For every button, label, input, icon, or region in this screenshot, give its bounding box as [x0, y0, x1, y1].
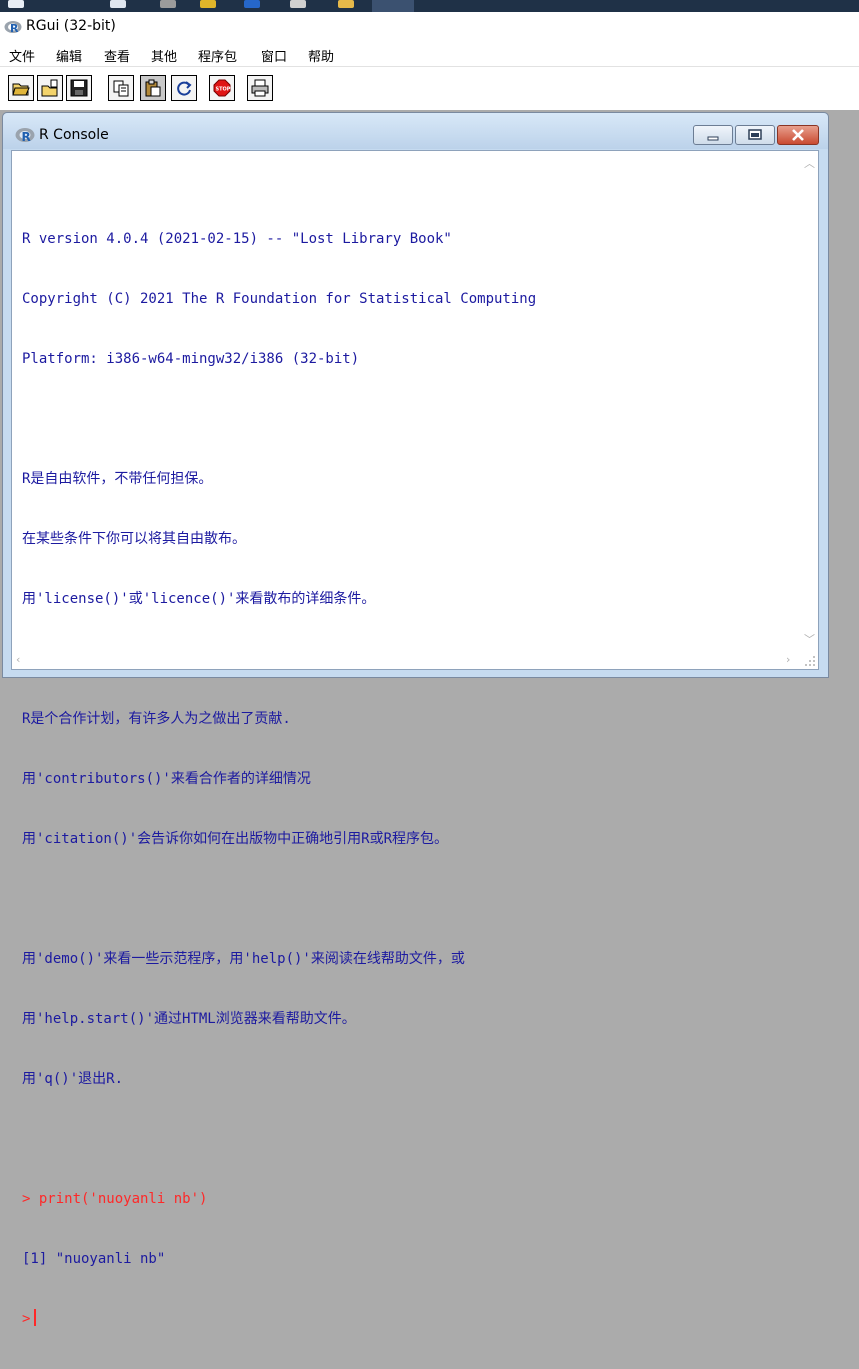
console-line: Copyright (C) 2021 The R Foundation for … [22, 291, 537, 307]
console-line: 在某些条件下你可以将其自由散布。 [22, 531, 246, 547]
copy-button[interactable] [108, 75, 134, 101]
taskbar-app-icon[interactable] [160, 0, 176, 8]
console-line: 用'demo()'来看一些示范程序，用'help()'来阅读在线帮助文件，或 [22, 951, 465, 967]
taskbar-r-icon[interactable] [372, 0, 414, 12]
svg-text:STOP: STOP [216, 87, 231, 93]
taskbar-strip [0, 0, 859, 12]
close-button[interactable] [777, 125, 819, 145]
minimize-icon [707, 136, 719, 141]
load-workspace-button[interactable] [37, 75, 63, 101]
taskbar-app-icon[interactable] [290, 0, 306, 8]
console-line: R是个合作计划，有许多人为之做出了贡献. [22, 711, 291, 727]
resize-grip-icon[interactable] [800, 651, 818, 669]
text-cursor [34, 1309, 37, 1326]
console-line: R是自由软件，不带任何担保。 [22, 471, 213, 487]
svg-text:R: R [22, 130, 31, 143]
console-line: 用'help.start()'通过HTML浏览器来看帮助文件。 [22, 1011, 356, 1027]
toolbar: STOP [0, 66, 859, 111]
console-titlebar[interactable]: R R Console [3, 113, 828, 149]
menu-edit[interactable]: 编辑 [56, 46, 82, 65]
console-line: 用'q()'退出R. [22, 1071, 124, 1087]
menu-windows[interactable]: 窗口 [261, 46, 287, 65]
refresh-icon [177, 81, 192, 96]
r-logo-icon: R [15, 128, 35, 143]
console-prompt: > [22, 1311, 31, 1327]
menu-bar: 文件 编辑 查看 其他 程序包 窗口 帮助 [0, 42, 859, 66]
close-icon [792, 129, 804, 141]
maximize-icon [748, 129, 762, 140]
horizontal-scrollbar[interactable]: ‹ › [12, 651, 802, 669]
console-text[interactable]: R version 4.0.4 (2021-02-15) -- "Lost Li… [22, 189, 792, 1369]
print-icon [251, 79, 269, 97]
chrome-icon[interactable] [200, 0, 216, 8]
app-title: RGui (32-bit) [26, 18, 116, 34]
console-line: 用'contributors()'来看合作者的详细情况 [22, 771, 311, 787]
console-line: 用'citation()'会告诉你如何在出版物中正确地引用R或R程序包。 [22, 831, 449, 847]
stop-icon: STOP [213, 79, 231, 97]
menu-file[interactable]: 文件 [9, 46, 35, 65]
menu-help[interactable]: 帮助 [308, 46, 334, 65]
copy-icon [113, 80, 129, 97]
scroll-left-icon[interactable]: ‹ [16, 653, 20, 666]
save-icon [70, 79, 88, 97]
r-logo-icon: R [4, 21, 22, 34]
open-script-icon [12, 83, 30, 96]
windows-start-icon[interactable] [8, 0, 24, 8]
svg-text:R: R [10, 22, 19, 34]
stop-button[interactable]: STOP [209, 75, 235, 101]
console-line: Platform: i386-w64-mingw32/i386 (32-bit) [22, 351, 360, 367]
paste-button[interactable] [140, 75, 166, 101]
maximize-button[interactable] [735, 125, 775, 145]
taskbar-app-icon[interactable] [244, 0, 260, 8]
console-prompt-line[interactable]: > [22, 1309, 792, 1329]
scroll-down-icon[interactable]: ﹀ [804, 631, 815, 647]
refresh-button[interactable] [171, 75, 197, 101]
scroll-up-icon[interactable]: ︿ [804, 155, 815, 171]
taskbar-app-icon[interactable] [110, 0, 126, 8]
console-output-area[interactable]: R version 4.0.4 (2021-02-15) -- "Lost Li… [11, 150, 819, 1327]
load-workspace-icon [41, 79, 58, 97]
scroll-right-icon[interactable]: › [786, 653, 790, 666]
console-result-line: [1] "nuoyanli nb" [22, 1251, 166, 1267]
vertical-scrollbar[interactable]: ︿ ﹀ [800, 151, 818, 651]
print-button[interactable] [247, 75, 273, 101]
console-command-line: > print('nuoyanli nb') [22, 1191, 208, 1207]
folder-icon[interactable] [338, 0, 354, 8]
paste-icon [145, 79, 161, 97]
open-script-button[interactable] [8, 75, 34, 101]
menu-misc[interactable]: 其他 [151, 46, 177, 65]
console-line: R version 4.0.4 (2021-02-15) -- "Lost Li… [22, 231, 452, 247]
menu-view[interactable]: 查看 [104, 46, 130, 65]
console-line: 用'license()'或'licence()'来看散布的详细条件。 [22, 591, 376, 607]
minimize-button[interactable] [693, 125, 733, 145]
app-titlebar [0, 12, 859, 42]
save-button[interactable] [66, 75, 92, 101]
menu-packages[interactable]: 程序包 [198, 46, 237, 65]
console-title: R Console [39, 127, 109, 143]
r-console-window: R R Console R version 4.0.4 (2021-02-15)… [2, 112, 829, 1327]
